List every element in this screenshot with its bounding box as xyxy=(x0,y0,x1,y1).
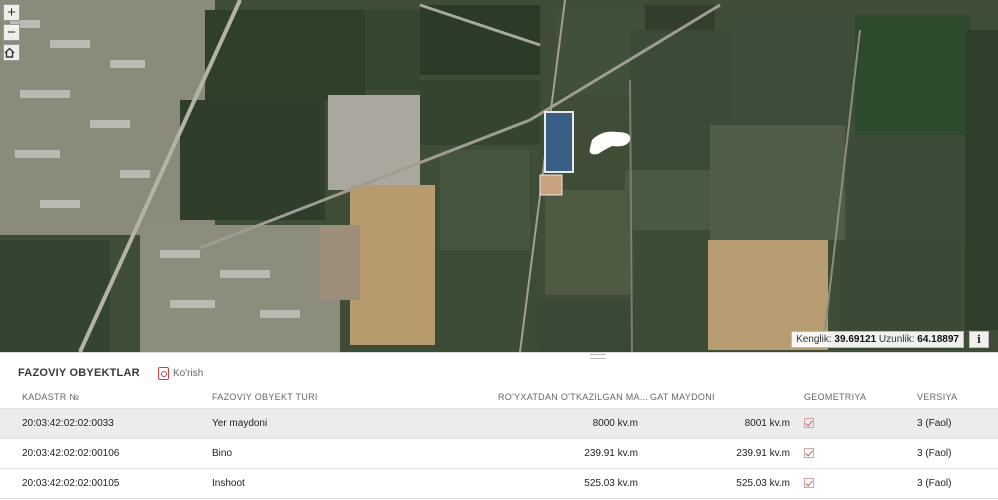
panel-resize-handle[interactable] xyxy=(590,354,606,359)
cell-version: 3 (Faol) xyxy=(917,478,952,489)
column-header-registered-area[interactable]: RO'YXATDAN O'TKAZILGAN MA... xyxy=(498,386,648,408)
cell-kadastr: 20:03:42:02:02:00105 xyxy=(22,478,120,489)
cell-gat-area: 525.03 kv.m xyxy=(736,478,790,489)
geometry-check-icon xyxy=(804,448,814,458)
cell-registered-area: 525.03 kv.m xyxy=(584,478,638,489)
spatial-objects-panel: FAZOVIY OBYEKTLAR Ko'rish KADASTR № FAZO… xyxy=(0,352,998,499)
zoom-out-button[interactable]: − xyxy=(3,24,20,41)
longitude-label: Uzunlik: xyxy=(878,334,915,345)
cell-version: 3 (Faol) xyxy=(917,418,952,429)
cell-type: Inshoot xyxy=(212,478,245,489)
table-row[interactable]: 20:03:42:02:02:0033 Yer maydoni 8000 kv.… xyxy=(0,409,998,439)
cell-geometry xyxy=(804,469,814,500)
coordinate-readout: Kenglik: 39.69121 Uzunlik: 64.18897 xyxy=(791,331,964,348)
view-button-label: Ko'rish xyxy=(173,367,204,379)
table-header: KADASTR № FAZOVIY OBYEKT TURI RO'YXATDAN… xyxy=(0,386,998,409)
zoom-in-button[interactable]: + xyxy=(3,4,20,21)
cell-kadastr: 20:03:42:02:02:00106 xyxy=(22,448,120,459)
cell-version: 3 (Faol) xyxy=(917,448,952,459)
cell-type: Bino xyxy=(212,448,233,459)
table-row[interactable]: 20:03:42:02:02:00105 Inshoot 525.03 kv.m… xyxy=(0,469,998,499)
column-header-version[interactable]: VERSIYA xyxy=(917,386,957,408)
table-row[interactable]: 20:03:42:02:02:00106 Bino 239.91 kv.m 23… xyxy=(0,439,998,469)
cell-geometry xyxy=(804,439,814,470)
latitude-value: 39.69121 xyxy=(834,334,877,345)
cell-kadastr: 20:03:42:02:02:0033 xyxy=(22,418,114,429)
cell-type: Yer maydoni xyxy=(212,418,268,429)
satellite-map[interactable]: + − Kenglik: 39.69121 Uzunlik: 64.18897 … xyxy=(0,0,998,352)
objects-table: KADASTR № FAZOVIY OBYEKT TURI RO'YXATDAN… xyxy=(0,386,998,499)
latitude-label: Kenglik: xyxy=(796,334,832,345)
column-header-geometry[interactable]: GEOMETRIYA xyxy=(804,386,866,408)
satellite-imagery xyxy=(0,0,998,352)
cell-registered-area: 239.91 kv.m xyxy=(584,448,638,459)
column-header-kadastr[interactable]: KADASTR № xyxy=(22,386,79,408)
longitude-value: 64.18897 xyxy=(917,334,959,345)
cell-gat-area: 8001 kv.m xyxy=(744,418,790,429)
view-icon xyxy=(158,366,169,380)
home-button[interactable] xyxy=(3,44,20,61)
column-header-gat-area[interactable]: GAT MAYDONI xyxy=(650,386,790,408)
geometry-check-icon xyxy=(804,418,814,428)
home-icon xyxy=(4,47,15,58)
cell-gat-area: 239.91 kv.m xyxy=(736,448,790,459)
view-button[interactable]: Ko'rish xyxy=(158,364,203,382)
panel-title: FAZOVIY OBYEKTLAR xyxy=(18,367,140,379)
column-header-type[interactable]: FAZOVIY OBYEKT TURI xyxy=(212,386,318,408)
geometry-check-icon xyxy=(804,478,814,488)
cell-registered-area: 8000 kv.m xyxy=(592,418,638,429)
info-button[interactable]: i xyxy=(969,331,989,348)
cell-geometry xyxy=(804,409,814,440)
